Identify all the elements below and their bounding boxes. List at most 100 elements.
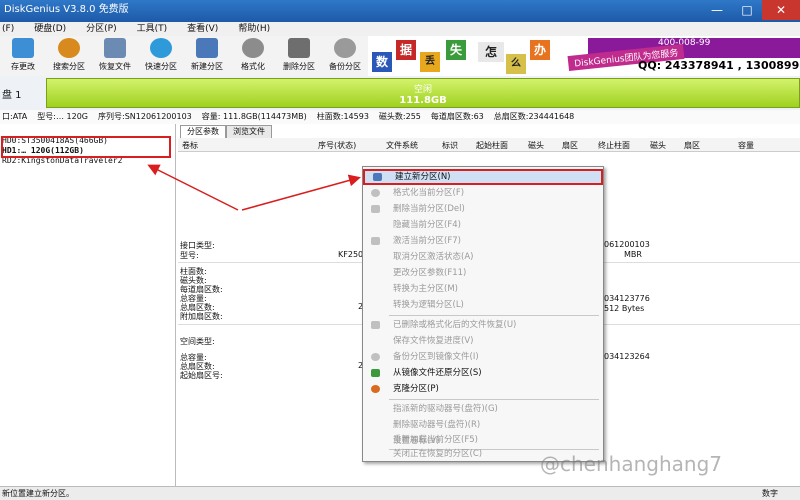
partition-name: 空闲 xyxy=(413,85,432,95)
disk-heads: 磁头数:255 xyxy=(378,112,421,121)
status-numlock: 数字 xyxy=(762,489,778,498)
tree-highlight-box xyxy=(1,136,171,158)
prop-start-sector: 起始扇区号: xyxy=(180,371,223,380)
col-head[interactable]: 磁头 xyxy=(528,140,544,151)
title-bar: DiskGenius V3.8.0 免费版 — □ ✕ xyxy=(0,0,800,22)
col-capacity[interactable]: 容量 xyxy=(738,140,754,151)
menu-partition[interactable]: 分区(P) xyxy=(86,22,116,36)
tab-partition-params[interactable]: 分区参数 xyxy=(180,125,226,138)
disk-info-bar: 口:ATA 型号:… 120G 序列号:SN12061200103 容量: 11… xyxy=(0,110,800,124)
col-sector-end[interactable]: 扇区 xyxy=(684,140,700,151)
disk-label: 盘 1 xyxy=(2,90,22,101)
menu-item-hide[interactable]: 隐藏当前分区(F4) xyxy=(363,217,603,233)
backup-icon xyxy=(371,353,380,361)
backup-partition-button[interactable]: 备份分区 xyxy=(322,36,368,76)
quick-partition-button[interactable]: 快速分区 xyxy=(138,36,184,76)
search-partition-button[interactable]: 搜索分区 xyxy=(46,36,92,76)
new-partition-button[interactable]: 新建分区 xyxy=(184,36,230,76)
format-button[interactable]: 格式化 xyxy=(230,36,276,76)
recover-icon xyxy=(371,321,380,329)
backup-partition-icon xyxy=(334,38,356,58)
ad-qq: QQ: 243378941 , 13008995 xyxy=(638,59,800,72)
menu-item-clone[interactable]: 克隆分区(P) xyxy=(363,381,603,397)
menu-item-recover-files[interactable]: 已删除或格式化后的文件恢复(U) xyxy=(363,317,603,333)
banner-tile: 丢 xyxy=(420,52,440,72)
col-file-system[interactable]: 文件系统 xyxy=(386,140,418,151)
prop-mbr: MBR xyxy=(624,250,642,259)
tab-browse-files[interactable]: 浏览文件 xyxy=(226,125,272,138)
delete-partition-icon xyxy=(288,38,310,58)
disk-cylinders: 柱面数:14593 xyxy=(316,112,369,121)
quick-partition-icon xyxy=(150,38,172,58)
clone-icon xyxy=(371,385,380,393)
delete-partition-button[interactable]: 删除分区 xyxy=(276,36,322,76)
disk-total-sectors: 总扇区数:234441648 xyxy=(493,112,575,121)
prop-serial-value: 061200103 xyxy=(604,240,650,249)
minimize-button[interactable]: — xyxy=(702,0,732,20)
col-index-status[interactable]: 序号(状态) xyxy=(318,140,356,151)
menu-item-activate[interactable]: 激活当前分区(F7) xyxy=(363,233,603,249)
maximize-button[interactable]: □ xyxy=(732,0,762,20)
status-bar: 新位置建立新分区。 数字 xyxy=(0,486,800,500)
disk-serial: 序列号:SN12061200103 xyxy=(98,112,192,121)
col-volume-label[interactable]: 卷标 xyxy=(182,140,198,151)
menu-item-delete[interactable]: 删除当前分区(Del) xyxy=(363,201,603,217)
menu-bar: (F) 硬盘(D) 分区(P) 工具(T) 查看(V) 帮助(H) xyxy=(0,22,800,36)
col-sector[interactable]: 扇区 xyxy=(562,140,578,151)
restore-icon xyxy=(371,369,380,377)
menu-item-save-progress[interactable]: 保存文件恢复进度(V) xyxy=(363,333,603,349)
delete-icon xyxy=(371,205,380,213)
free-space-block[interactable]: 空闲 111.8GB xyxy=(46,78,800,108)
save-changes-button[interactable]: 存更改 xyxy=(0,36,46,76)
recover-file-button[interactable]: 恢复文件 xyxy=(92,36,138,76)
close-button[interactable]: ✕ xyxy=(762,0,800,20)
banner-tile: 办 xyxy=(530,40,550,60)
menu-view[interactable]: 查看(V) xyxy=(187,22,218,36)
menu-disk[interactable]: 硬盘(D) xyxy=(34,22,66,36)
disk-model: 型号:… 120G xyxy=(37,112,89,121)
menu-file[interactable]: (F) xyxy=(2,22,14,36)
menu-item-restore-image[interactable]: 从镜像文件还原分区(S) xyxy=(363,365,603,381)
menu-item-to-primary[interactable]: 转换为主分区(M) xyxy=(363,281,603,297)
banner-tile: 么 xyxy=(506,54,526,74)
menu-item-create-partition[interactable]: 建立新分区(N) xyxy=(363,169,603,185)
prop-model-value: KF250 xyxy=(338,250,364,259)
format-icon xyxy=(371,189,380,197)
context-menu: 建立新分区(N) 格式化当前分区(F) 删除当前分区(Del) 隐藏当前分区(F… xyxy=(362,166,604,462)
banner-tile: 数 xyxy=(372,52,392,72)
status-text: 新位置建立新分区。 xyxy=(2,489,74,498)
search-partition-icon xyxy=(58,38,80,58)
banner-tile: 据 xyxy=(396,40,416,60)
format-icon xyxy=(242,38,264,58)
new-partition-icon xyxy=(196,38,218,58)
menu-separator xyxy=(389,399,599,400)
menu-tools[interactable]: 工具(T) xyxy=(137,22,168,36)
menu-item-change-params[interactable]: 更改分区参数(F11) xyxy=(363,265,603,281)
menu-item-remove-letter[interactable]: 删除驱动器号(盘符)(R) xyxy=(363,417,603,433)
col-id[interactable]: 标识 xyxy=(442,140,458,151)
col-head-end[interactable]: 磁头 xyxy=(650,140,666,151)
disk-tree: HD0:ST3500418AS(466GB) HD1:… 120G(112GB)… xyxy=(0,124,176,486)
disk-sectors-per-track: 每道扇区数:63 xyxy=(430,112,484,121)
menu-item-to-logical[interactable]: 转换为逻辑分区(L) xyxy=(363,297,603,313)
menu-item-deactivate[interactable]: 取消分区激活状态(A) xyxy=(363,249,603,265)
menu-item-format[interactable]: 格式化当前分区(F) xyxy=(363,185,603,201)
col-start-cylinder[interactable]: 起始柱面 xyxy=(476,140,508,151)
tab-strip: 分区参数 浏览文件 xyxy=(180,125,272,138)
disk-map: 盘 1 空闲 111.8GB xyxy=(0,76,800,110)
disk-capacity: 容量: 111.8GB(114473MB) xyxy=(201,112,307,121)
arrow-to-menu xyxy=(241,174,361,211)
menu-item-backup-image[interactable]: 备份分区到镜像文件(I) xyxy=(363,349,603,365)
toolbar: 存更改 搜索分区 恢复文件 快速分区 新建分区 格式化 删除分区 备份分区 xyxy=(0,36,368,76)
col-end-cylinder[interactable]: 终止柱面 xyxy=(598,140,630,151)
recover-file-icon xyxy=(104,38,126,58)
menu-item-assign-letter[interactable]: 指派新的驱动器号(盘符)(G) xyxy=(363,401,603,417)
partition-table-header: 卷标 序号(状态) 文件系统 标识 起始柱面 磁头 扇区 终止柱面 磁头 扇区 … xyxy=(178,138,800,152)
prop-free-bytes: 034123264 xyxy=(604,352,650,361)
banner-tile: 失 xyxy=(446,40,466,60)
activate-icon xyxy=(371,237,380,245)
watermark: @chenhanghang7 xyxy=(540,452,722,476)
menu-help[interactable]: 帮助(H) xyxy=(238,22,270,36)
prop-sector-size: 512 Bytes xyxy=(604,304,645,313)
ad-banner[interactable]: 数 据 丢 失 怎 么 办 400-008-99 DiskGenius团队为您服… xyxy=(368,36,800,76)
